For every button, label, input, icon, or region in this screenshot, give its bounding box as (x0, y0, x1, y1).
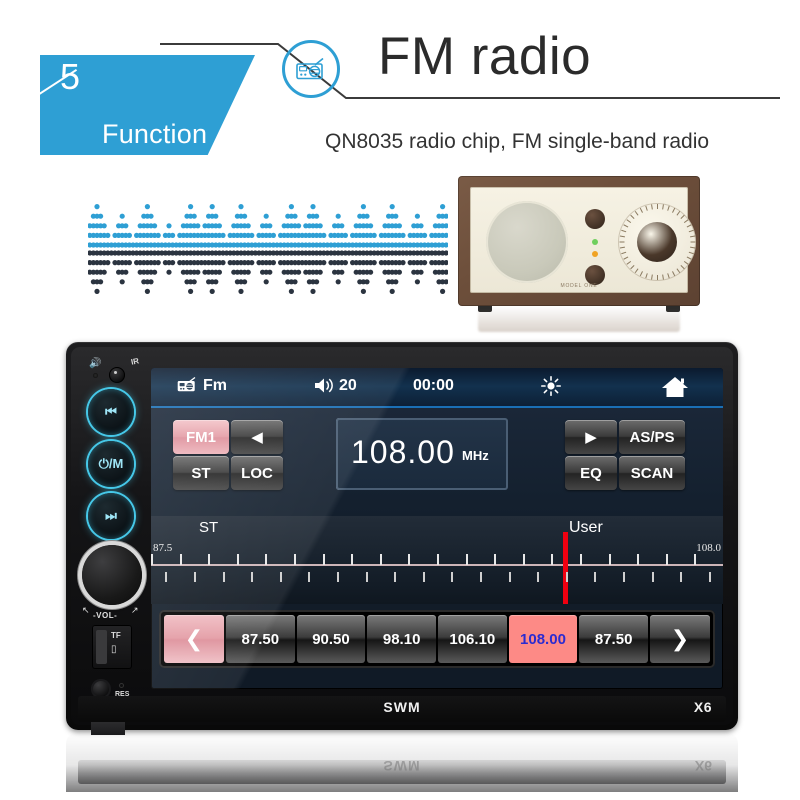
radio-top-knob (585, 209, 605, 229)
preset-button-1[interactable]: 87.50 (226, 615, 295, 663)
seek-up-button[interactable]: ▶ (565, 420, 617, 454)
speaker-icon (314, 377, 336, 399)
next-track-button[interactable]: ⏭ (88, 493, 134, 539)
volume-arrow-left-icon: ↖ (82, 605, 90, 615)
reflection-bottom-bar: SWM X6 (78, 758, 726, 784)
preset-button-6[interactable]: 87.50 (579, 615, 648, 663)
home-icon[interactable] (661, 375, 689, 404)
scale-max-label: 108.0 (696, 542, 721, 554)
source-label: Fm (203, 377, 227, 394)
radio-dial-knob (637, 222, 677, 262)
preset-button-5[interactable]: 108.00 (508, 615, 578, 663)
tag-number: 5 (60, 56, 81, 97)
volume-label: -VOL- (93, 611, 118, 620)
radio-bottom-knob (585, 265, 605, 285)
hardware-button-column: 🔊 IR ⏮ ⏻/M ⏭ ↖ ↗ -VOL- TF ▯ RES (79, 353, 149, 735)
source-radio-icon (177, 376, 197, 397)
preset-next-button[interactable]: ❯ (650, 615, 710, 663)
radio-green-led (592, 239, 598, 245)
vintage-radio-photo: MODEL ONE (458, 176, 700, 312)
page-subtitle: QN8035 radio chip, FM single-band radio (325, 130, 710, 153)
radio-reflection (478, 306, 680, 332)
page-title: FM radio (378, 27, 592, 86)
local-button[interactable]: LOC (231, 456, 283, 490)
tuning-scale[interactable]: ST User 87.5 108.0 (151, 516, 723, 604)
ir-sensor (109, 367, 125, 383)
status-bar: Fm 20 00:00 (151, 368, 723, 408)
tf-card (96, 630, 107, 664)
tag-label: Function (102, 119, 208, 149)
frequency-unit: MHz (462, 448, 489, 463)
seek-down-button[interactable]: ◀ (231, 420, 283, 454)
radio-front-panel: MODEL ONE (470, 187, 696, 293)
preset-button-3[interactable]: 98.10 (367, 615, 436, 663)
microphone-hole (93, 373, 98, 378)
tuning-marker[interactable] (562, 532, 568, 604)
power-mode-button[interactable]: ⏻/M (88, 441, 134, 487)
touchscreen-display[interactable]: Fm 20 00:00 FM1 ◀ ST LOC 108.00 MHz ▶ AS… (151, 368, 723, 689)
microphone-icon: 🔊 (89, 358, 102, 369)
frequency-value: 108.00 (351, 434, 455, 470)
tuner-controls: FM1 ◀ ST LOC 108.00 MHz ▶ AS/PS EQ SCAN (151, 408, 723, 516)
volume-value: 20 (339, 377, 357, 394)
scale-min-label: 87.5 (153, 542, 173, 554)
reset-pinhole[interactable] (119, 683, 124, 688)
radio-model-label: MODEL ONE (560, 283, 598, 289)
car-stereo-head-unit: 🔊 IR ⏮ ⏻/M ⏭ ↖ ↗ -VOL- TF ▯ RES Fm 20 00… (66, 342, 738, 735)
reflection-brand-label: SWM (383, 758, 421, 774)
brand-label: SWM (383, 699, 421, 715)
bottom-bar: SWM X6 (78, 696, 726, 722)
eq-button[interactable]: EQ (565, 456, 617, 490)
preset-button-2[interactable]: 90.50 (296, 615, 366, 663)
user-indicator: User (569, 519, 603, 536)
stereo-button[interactable]: ST (173, 456, 229, 490)
frequency-display: 108.00 MHz (336, 418, 508, 490)
unit-faceplate: 🔊 IR ⏮ ⏻/M ⏭ ↖ ↗ -VOL- TF ▯ RES Fm 20 00… (71, 347, 733, 735)
unit-chassis: 🔊 IR ⏮ ⏻/M ⏭ ↖ ↗ -VOL- TF ▯ RES Fm 20 00… (66, 342, 738, 735)
radio-speaker-grille (486, 201, 568, 283)
clock-time: 00:00 (413, 377, 454, 394)
tf-card-slot[interactable]: TF ▯ (92, 625, 132, 669)
sd-card-icon: ▯ (111, 644, 117, 655)
reflection-model-label: X6 (694, 758, 712, 774)
tf-label: TF (111, 631, 121, 640)
radio-amber-led (592, 251, 598, 257)
preset-button-4[interactable]: 106.10 (438, 615, 507, 663)
radio-tuning-dial (618, 203, 696, 281)
scan-button[interactable]: SCAN (619, 456, 685, 490)
marketing-banner: 5 Function FM radio QN8035 radio chip, F… (0, 0, 800, 800)
previous-track-button[interactable]: ⏮ (88, 389, 134, 435)
unit-reflection: SWM X6 (66, 732, 738, 792)
model-label: X6 (693, 699, 712, 715)
as-ps-button[interactable]: AS/PS (619, 420, 685, 454)
header: 5 Function FM radio QN8035 radio chip, F… (0, 0, 800, 175)
brightness-icon[interactable] (541, 376, 562, 401)
preset-bar: ❮ 87.50 90.50 98.10 106.10 108.00 87.50 ❯ (159, 610, 715, 668)
volume-arrow-right-icon: ↗ (131, 605, 139, 615)
band-button-fm1[interactable]: FM1 (173, 420, 229, 454)
function-number-tag: 5 Function (40, 55, 255, 155)
volume-knob[interactable] (82, 545, 142, 605)
radio-icon (282, 40, 340, 98)
stereo-indicator: ST (199, 519, 219, 536)
ir-label: IR (130, 356, 140, 367)
audio-waveform-graphic (88, 196, 448, 302)
preset-prev-button[interactable]: ❮ (164, 615, 224, 663)
